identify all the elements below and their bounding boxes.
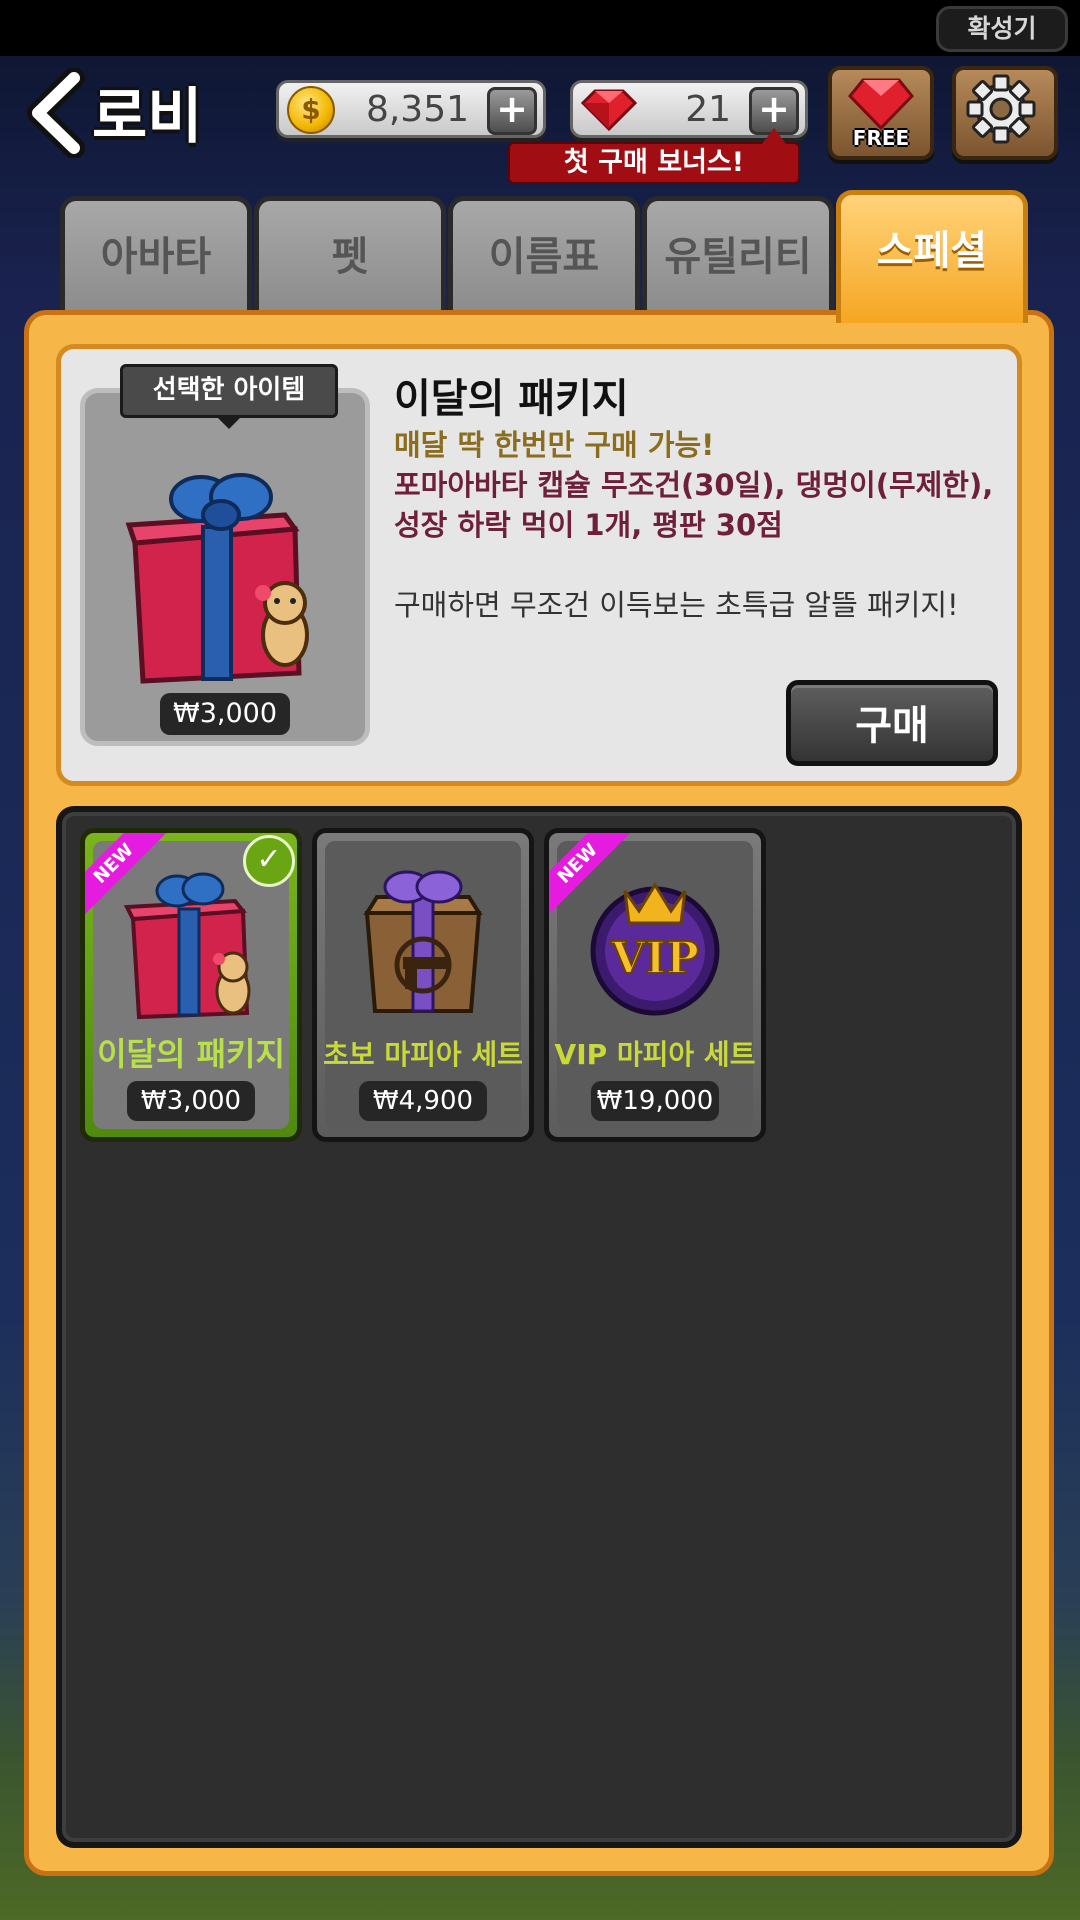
item-card-beginner-mafia-set[interactable]: 초보 마피아 세트 ₩4,900 <box>312 828 534 1142</box>
settings-button[interactable] <box>952 66 1058 160</box>
item-name: 초보 마피아 세트 <box>323 1038 523 1071</box>
item-card-vip-mafia-set[interactable]: VIP NEW VIP 마피아 세트 ₩19,000 <box>544 828 766 1142</box>
detail-line-contents: 포마아바타 캡슐 무조건(30일), 댕멍이(무제한), <box>394 468 994 502</box>
gem-amount: 21 <box>685 89 731 130</box>
first-purchase-bonus-banner: 첫 구매 보너스! <box>508 128 800 184</box>
coin-icon: $ <box>287 86 335 134</box>
gear-icon <box>966 74 1036 144</box>
coin-amount: 8,351 <box>365 89 469 130</box>
svg-text:VIP: VIP <box>610 933 699 984</box>
status-bar: 확성기 <box>0 0 1080 56</box>
vip-emblem-icon: VIP <box>590 882 720 1016</box>
mystery-box-icon <box>363 870 483 1013</box>
ruby-icon <box>847 78 915 131</box>
free-label: FREE <box>852 126 910 150</box>
item-name: 이달의 패키지 <box>97 1035 285 1073</box>
tab-pet[interactable]: 펫 <box>254 196 446 313</box>
detail-line-contents-2: 성장 하락 먹이 1개, 평판 30점 <box>394 508 783 542</box>
coin-balance: $ 8,351 + <box>276 80 546 138</box>
gift-box-icon <box>123 872 251 1020</box>
item-price: ₩19,000 <box>591 1081 719 1121</box>
tab-avatar[interactable]: 아바타 <box>60 196 252 313</box>
selected-item-tag: 선택한 아이템 <box>120 364 338 429</box>
item-price: ₩3,000 <box>127 1081 255 1121</box>
add-coins-button[interactable]: + <box>487 87 537 135</box>
page-title: 로비 <box>92 82 203 152</box>
buy-button[interactable]: 구매 <box>786 680 998 766</box>
tab-nametag[interactable]: 이름표 <box>448 196 640 313</box>
ruby-icon <box>581 89 637 131</box>
chevron-left-icon <box>27 67 85 159</box>
back-button[interactable] <box>22 67 92 159</box>
tab-utility[interactable]: 유틸리티 <box>642 196 834 313</box>
detail-description: 구매하면 무조건 이득보는 초특급 알뜰 패키지! <box>394 588 959 622</box>
gift-box-icon <box>125 473 309 684</box>
item-price: ₩4,900 <box>359 1081 487 1121</box>
speaker-button[interactable]: 확성기 <box>936 6 1068 52</box>
detail-line-limit: 매달 딱 한번만 구매 가능! <box>394 428 715 462</box>
check-icon: ✓ <box>243 835 295 887</box>
tab-special[interactable]: 스페셜 <box>836 190 1028 323</box>
free-gems-button[interactable]: FREE <box>828 66 934 160</box>
preview-price: ₩3,000 <box>160 693 290 735</box>
item-name: VIP 마피아 세트 <box>554 1038 756 1071</box>
detail-title: 이달의 패키지 <box>394 376 629 422</box>
item-card-monthly-package[interactable]: NEW ✓ 이달의 패키지 ₩3,000 <box>80 828 302 1142</box>
